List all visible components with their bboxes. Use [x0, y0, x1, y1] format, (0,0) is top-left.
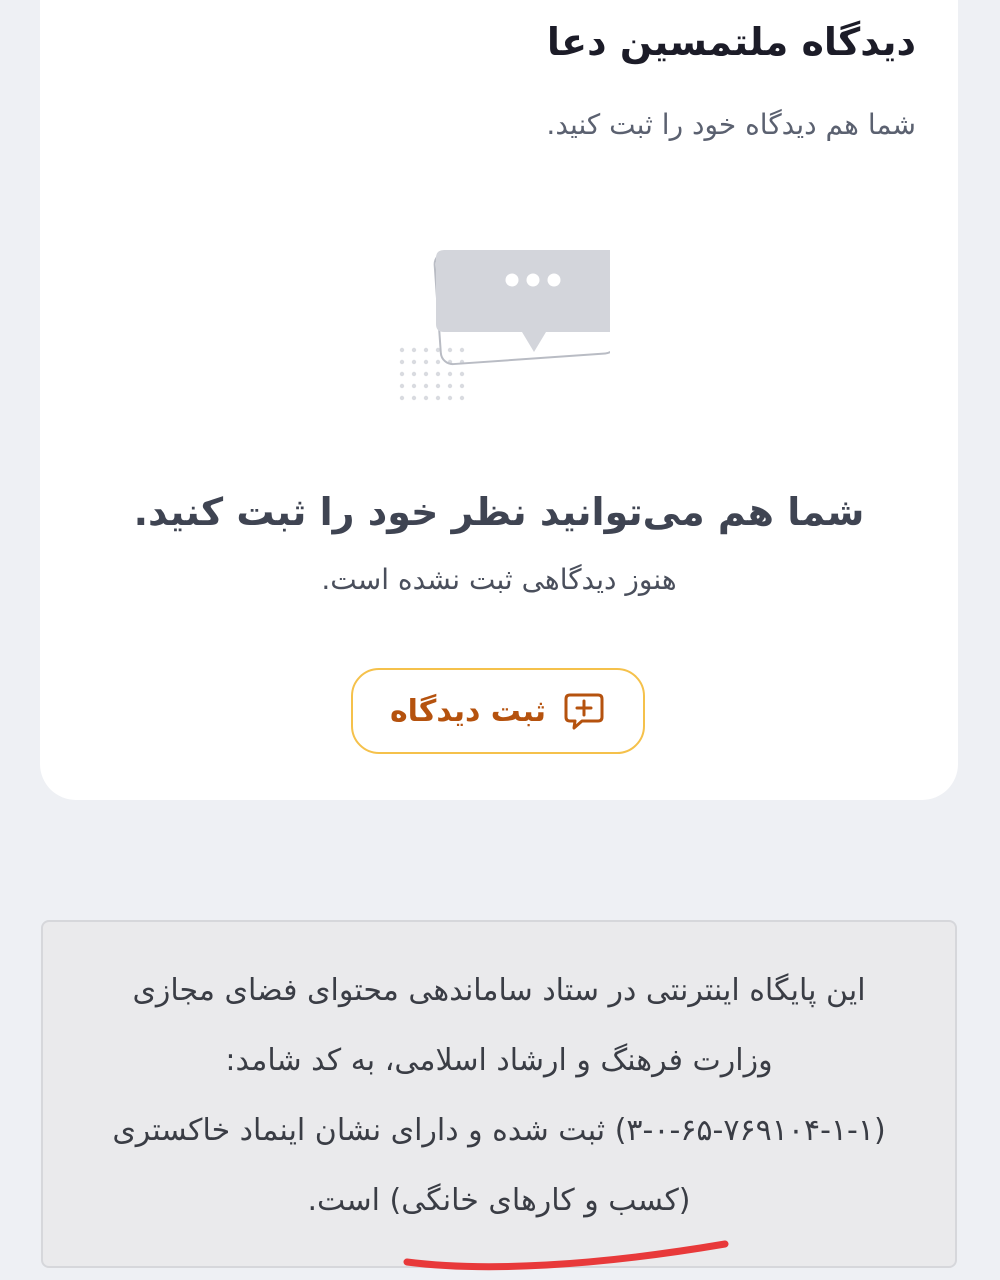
comments-subtitle: شما هم دیدگاه خود را ثبت کنید. [546, 108, 916, 141]
registration-notice-box: این پایگاه اینترنتی در ستاد ساماندهی محت… [41, 920, 957, 1268]
hand-drawn-underline [403, 1240, 729, 1271]
comments-card: دیدگاه ملتمسین دعا شما هم دیدگاه خود را … [40, 0, 958, 800]
empty-state-title: شما هم می‌توانید نظر خود را ثبت کنید. [133, 490, 865, 534]
empty-comments-illustration [399, 250, 610, 401]
empty-state-subtitle: هنوز دیدگاهی ثبت نشده است. [321, 563, 677, 596]
comments-title: دیدگاه ملتمسین دعا [546, 20, 916, 64]
submit-comment-button[interactable]: ثبت دیدگاه [351, 668, 645, 754]
submit-comment-label: ثبت دیدگاه [389, 693, 547, 729]
registration-notice-text: این پایگاه اینترنتی در ستاد ساماندهی محت… [112, 973, 886, 1218]
comment-add-icon [564, 693, 604, 730]
